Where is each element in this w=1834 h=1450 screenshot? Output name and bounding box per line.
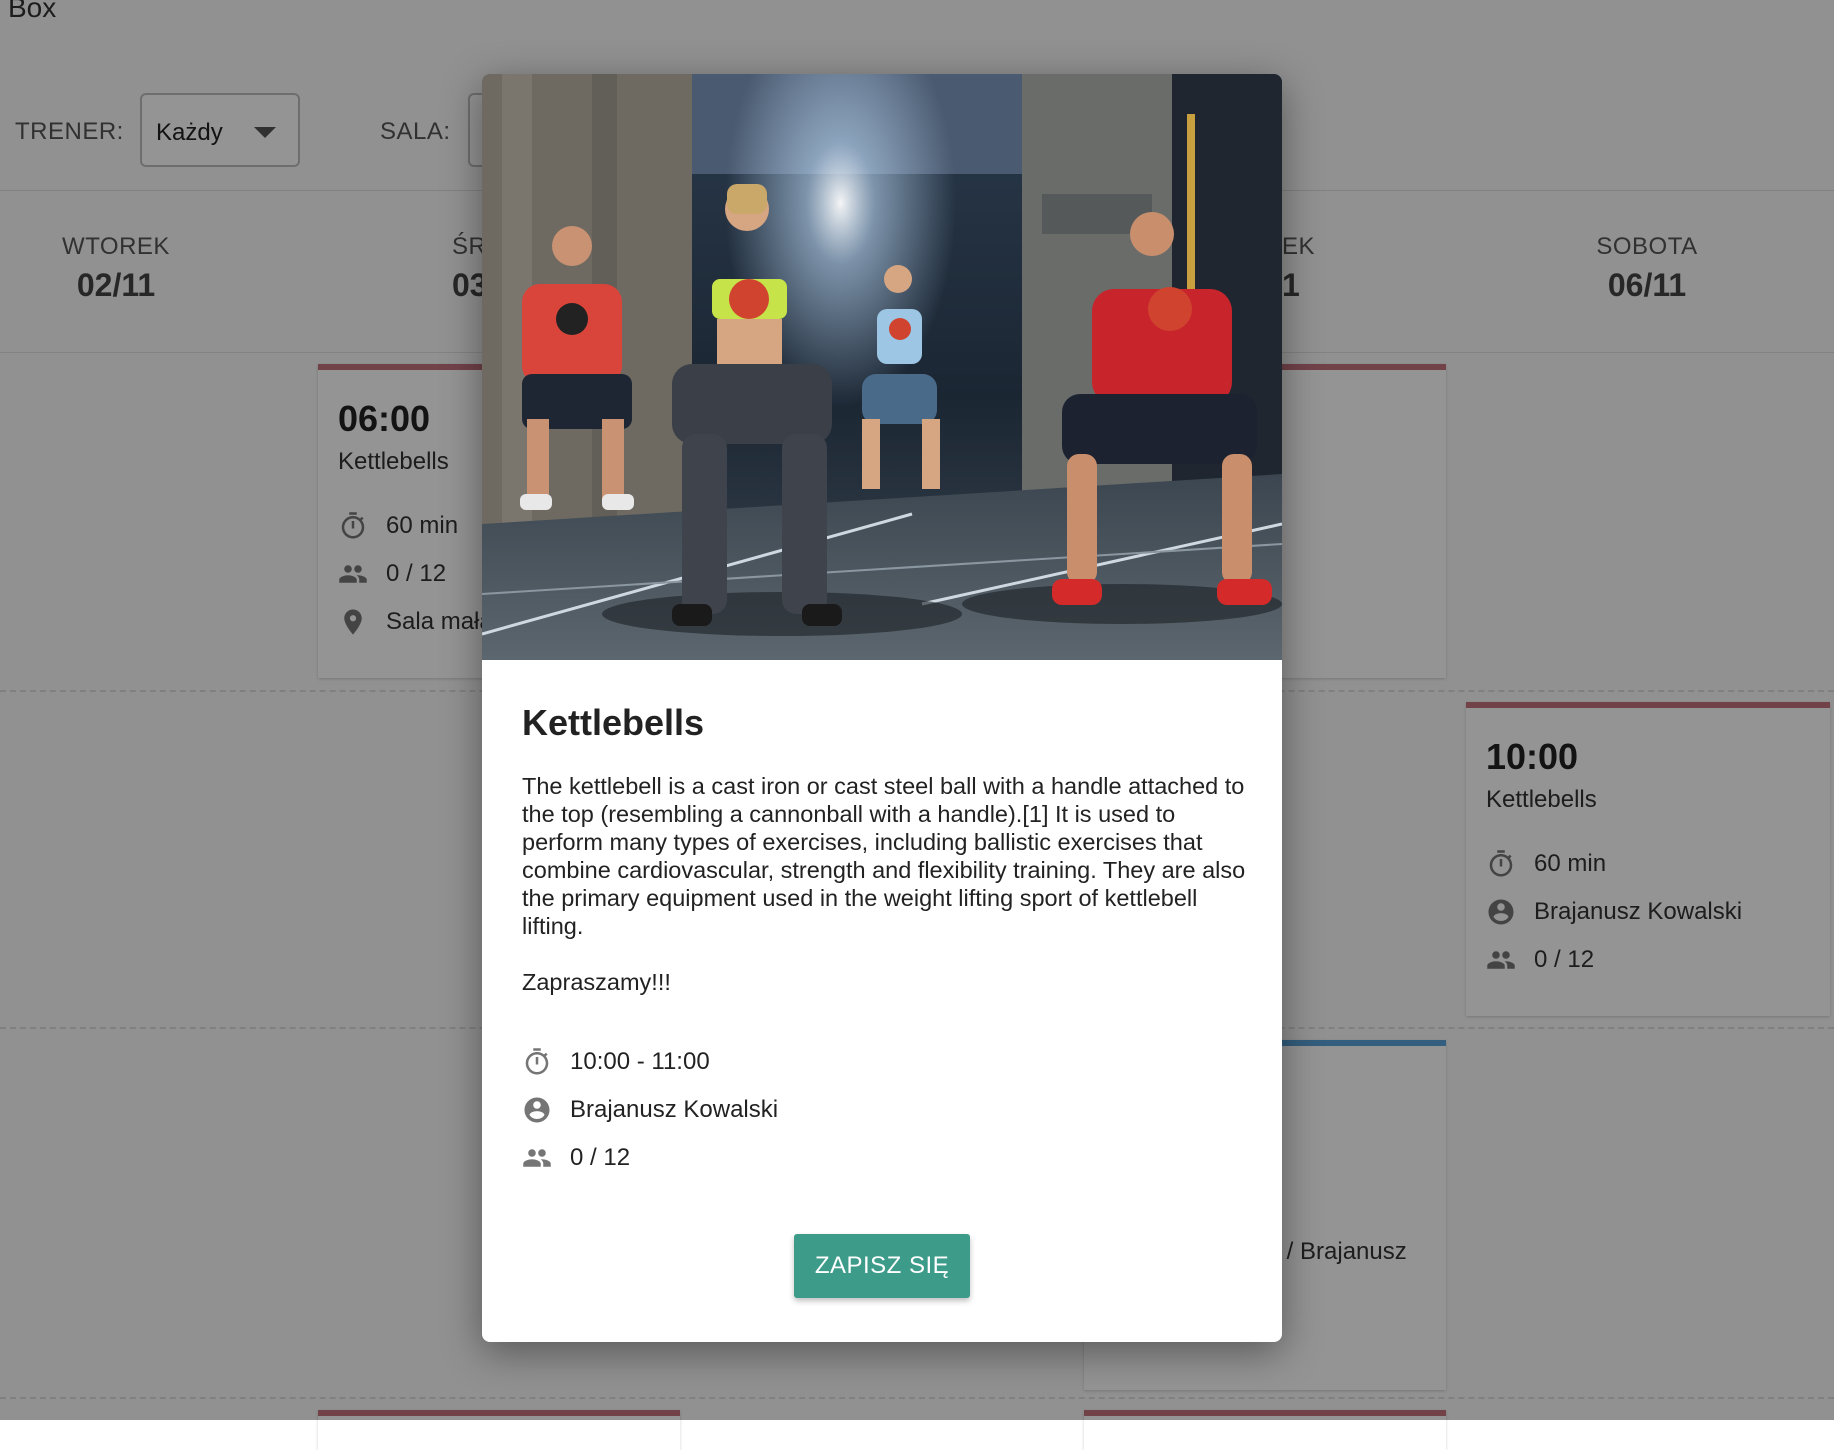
class-description: The kettlebell is a cast iron or cast st… (522, 772, 1252, 996)
timer-icon (525, 1048, 549, 1075)
class-photo (482, 74, 1282, 660)
people-icon (523, 1149, 551, 1167)
dialog-capacity: 0 / 12 (522, 1143, 630, 1173)
description-text: The kettlebell is a cast iron or cast st… (522, 773, 1246, 939)
invite-text: Zapraszamy!!! (522, 969, 671, 995)
dialog-title: Kettlebells (522, 702, 705, 743)
account-circle-icon (524, 1097, 550, 1123)
enroll-button[interactable]: ZAPISZ SIĘ (794, 1234, 970, 1298)
dialog-trainer: Brajanusz Kowalski (522, 1095, 778, 1125)
dialog-time-range: 10:00 - 11:00 (522, 1047, 710, 1077)
class-details-dialog: Kettlebells The kettlebell is a cast iro… (482, 74, 1282, 1342)
